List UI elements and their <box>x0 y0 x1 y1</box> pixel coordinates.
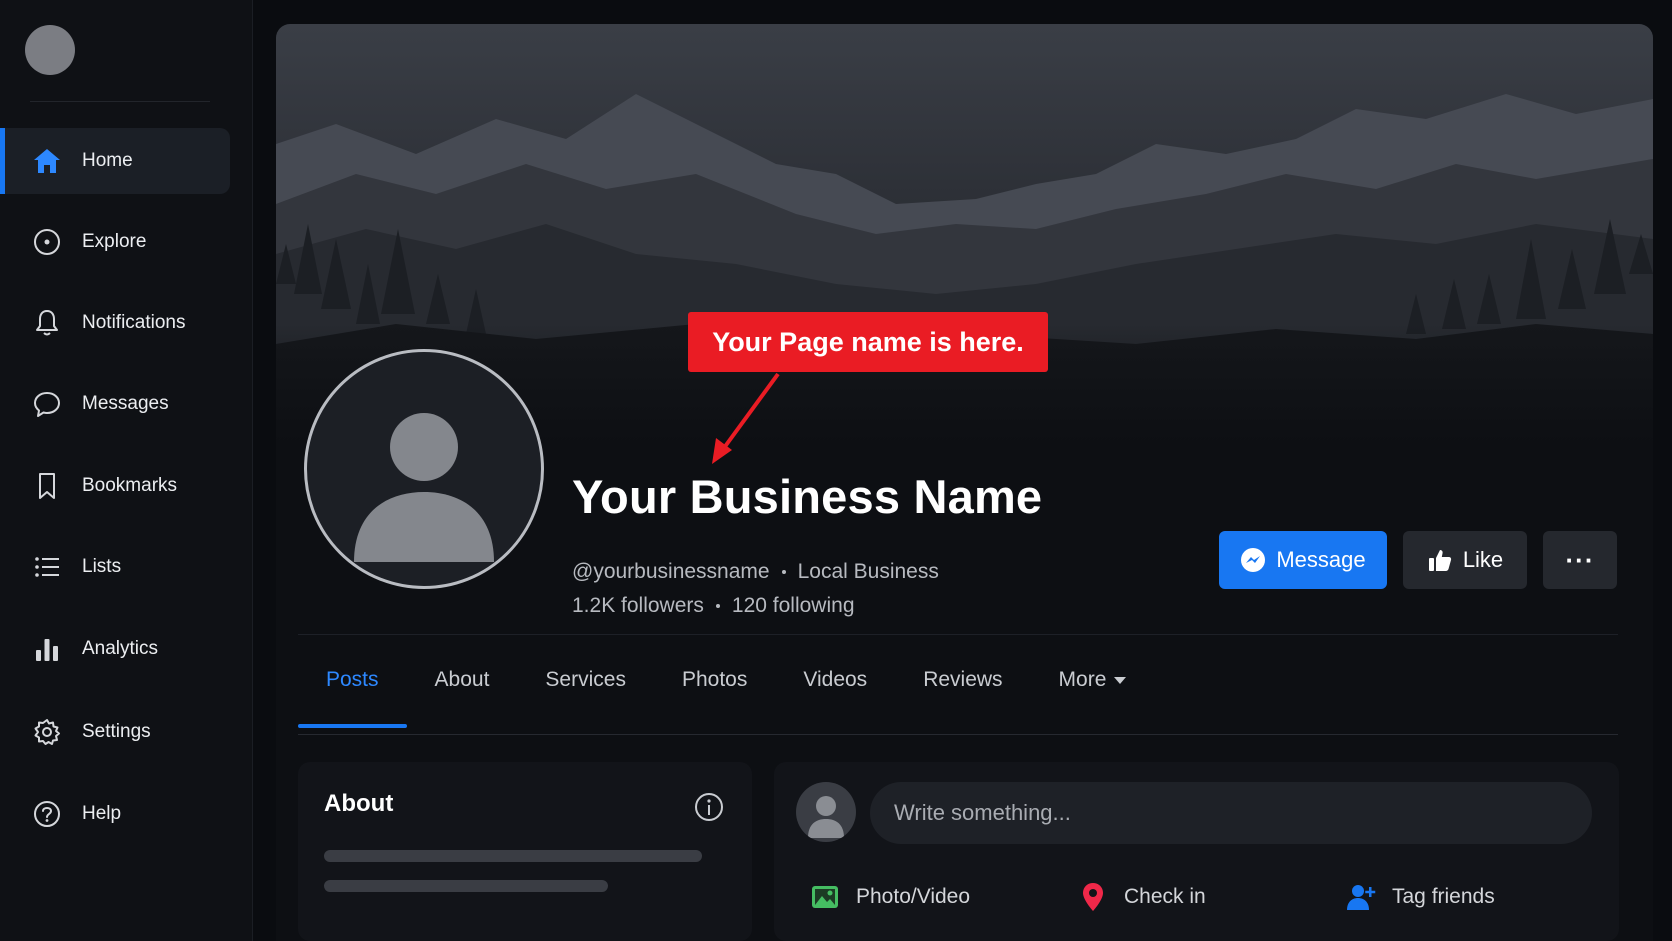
bookmark-icon <box>32 471 62 501</box>
sidebar-item-label: Notifications <box>82 312 186 333</box>
like-button-label: Like <box>1462 547 1504 572</box>
following-count[interactable]: 120 following <box>732 594 855 618</box>
tab-services[interactable]: Services <box>517 658 654 702</box>
question-icon <box>32 799 62 829</box>
messenger-icon <box>1240 547 1266 573</box>
tag-friends-label: Tag friends <box>1392 885 1495 908</box>
sidebar-item-home[interactable]: Home <box>0 128 230 194</box>
profile-tabs: Posts About Services Photos Videos Revie… <box>298 658 1155 728</box>
photo-video-button[interactable]: Photo/Video <box>808 877 970 917</box>
location-pin-icon <box>1076 880 1110 914</box>
sidebar-item-label: Explore <box>82 231 147 252</box>
divider <box>298 634 1618 635</box>
sidebar-item-label: Messages <box>82 393 169 414</box>
post-composer: Write something... Photo/Video Check in … <box>774 762 1619 941</box>
gear-icon <box>32 717 62 747</box>
tab-about[interactable]: About <box>407 658 518 702</box>
photo-icon <box>808 880 842 914</box>
sidebar-item-label: Settings <box>82 721 151 742</box>
profile-meta: @yourbusinessname Local Business <box>572 560 939 584</box>
sidebar: Home Explore Notifications Messages Book <box>0 0 253 941</box>
check-in-label: Check in <box>1124 885 1206 908</box>
app-root: Home Explore Notifications Messages Book <box>0 0 1672 941</box>
message-button-label: Message <box>1276 547 1366 572</box>
profile-handle: @yourbusinessname <box>572 560 770 583</box>
compass-icon <box>32 227 62 257</box>
sidebar-item-lists[interactable]: Lists <box>0 534 230 600</box>
divider <box>298 734 1618 735</box>
bar-chart-icon <box>32 634 62 664</box>
placeholder-line <box>324 880 608 892</box>
sidebar-item-messages[interactable]: Messages <box>0 371 230 437</box>
sidebar-divider <box>30 101 210 102</box>
sidebar-item-label: Home <box>82 150 133 171</box>
tab-photos[interactable]: Photos <box>654 658 775 702</box>
default-avatar-icon <box>354 413 494 562</box>
tag-friends-icon <box>1344 880 1378 914</box>
profile-picture[interactable] <box>304 349 544 589</box>
sidebar-item-bookmarks[interactable]: Bookmarks <box>0 453 230 519</box>
about-card-title: About <box>324 790 394 817</box>
tab-posts[interactable]: Posts <box>298 658 407 728</box>
home-icon <box>32 146 62 176</box>
profile-stats: 1.2K followers 120 following <box>572 594 855 618</box>
like-button[interactable]: Like <box>1403 531 1527 589</box>
separator-dot <box>781 570 786 574</box>
caret-down-icon <box>1114 676 1127 684</box>
user-avatar[interactable] <box>25 25 75 75</box>
bell-icon <box>32 308 62 338</box>
photo-video-label: Photo/Video <box>856 885 971 908</box>
sidebar-item-label: Bookmarks <box>82 475 178 496</box>
tab-videos[interactable]: Videos <box>775 658 895 702</box>
tab-more[interactable]: More <box>1031 658 1155 702</box>
sidebar-item-label: Lists <box>82 556 122 577</box>
sidebar-item-label: Analytics <box>82 638 159 659</box>
sidebar-item-notifications[interactable]: Notifications <box>0 290 230 356</box>
profile-category[interactable]: Local Business <box>798 560 939 584</box>
message-button[interactable]: Message <box>1219 531 1387 589</box>
sidebar-item-explore[interactable]: Explore <box>0 209 230 275</box>
tab-more-label: More <box>1058 668 1107 691</box>
about-card: About <box>298 762 752 941</box>
profile-page: Your Page name is here. Your Business Na… <box>276 24 1653 941</box>
sidebar-item-analytics[interactable]: Analytics <box>0 616 230 682</box>
sidebar-item-settings[interactable]: Settings <box>0 699 230 765</box>
thumbs-up-icon <box>1427 547 1453 573</box>
composer-avatar <box>796 782 856 842</box>
info-icon[interactable] <box>694 792 724 822</box>
annotation-callout: Your Page name is here. <box>688 312 1048 372</box>
write-something-input[interactable]: Write something... <box>870 782 1592 844</box>
placeholder-line <box>324 850 702 862</box>
tab-reviews[interactable]: Reviews <box>895 658 1030 702</box>
list-icon <box>32 552 62 582</box>
page-title: Your Business Name <box>572 470 1043 523</box>
check-in-button[interactable]: Check in <box>1076 877 1206 917</box>
more-options-label: ··· <box>1565 544 1595 575</box>
tag-friends-button[interactable]: Tag friends <box>1344 877 1495 917</box>
sidebar-item-help[interactable]: Help <box>0 781 230 847</box>
sidebar-item-label: Help <box>82 803 122 824</box>
chat-bubble-icon <box>32 389 62 419</box>
separator-dot <box>715 604 720 608</box>
followers-count[interactable]: 1.2K followers <box>572 594 704 618</box>
more-options-button[interactable]: ··· <box>1543 531 1617 589</box>
